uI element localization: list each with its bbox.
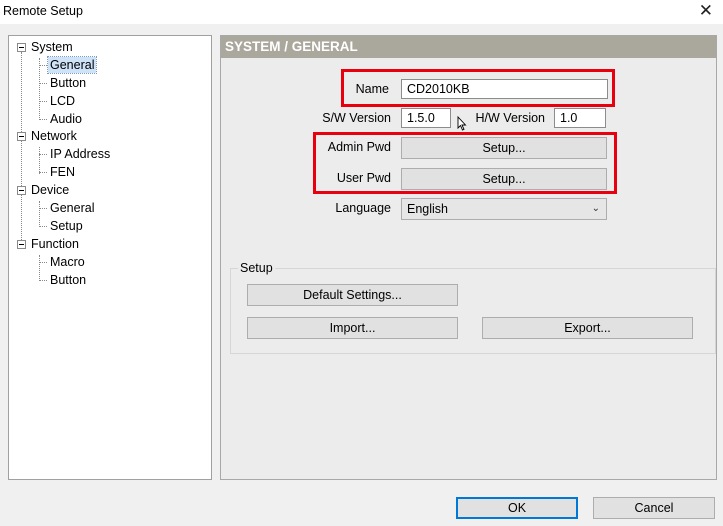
settings-tree[interactable]: System General Button LCD Audio Network …	[8, 35, 212, 480]
tree-line	[39, 119, 47, 120]
language-value: English	[407, 202, 448, 216]
collapse-icon[interactable]	[17, 43, 26, 52]
tree-item-device[interactable]: Device	[31, 182, 69, 198]
tree-line	[39, 101, 47, 102]
tree-item-device-general[interactable]: General	[50, 200, 94, 216]
tree-item-device-setup[interactable]: Setup	[50, 218, 83, 234]
tree-line	[39, 58, 40, 120]
collapse-icon[interactable]	[17, 132, 26, 141]
tree-item-system-audio[interactable]: Audio	[50, 111, 82, 127]
title-bar: Remote Setup ✕	[0, 0, 723, 24]
tree-item-system-lcd[interactable]: LCD	[50, 93, 75, 109]
tree-line	[39, 280, 47, 281]
setup-group-label: Setup	[238, 261, 275, 275]
tree-line	[39, 201, 40, 227]
cancel-button[interactable]: Cancel	[593, 497, 715, 519]
tree-line	[39, 226, 47, 227]
tree-line	[39, 147, 40, 174]
tree-item-system[interactable]: System	[31, 39, 73, 55]
tree-item-network-fen[interactable]: FEN	[50, 164, 75, 180]
window-title: Remote Setup	[3, 4, 83, 18]
import-button[interactable]: Import...	[247, 317, 458, 339]
tree-line	[39, 172, 47, 173]
chevron-down-icon: ⌄	[591, 203, 600, 214]
sw-version-field: 1.5.0	[401, 108, 451, 128]
tree-line	[39, 262, 47, 263]
tree-line	[39, 154, 47, 155]
tree-line	[21, 52, 22, 248]
default-settings-button[interactable]: Default Settings...	[247, 284, 458, 306]
hw-version-label: H/W Version	[475, 111, 545, 125]
tree-line	[39, 255, 40, 281]
settings-panel: SYSTEM / GENERAL Name CD2010KB S/W Versi…	[220, 35, 717, 480]
tree-item-function-button[interactable]: Button	[50, 272, 86, 288]
panel-header: SYSTEM / GENERAL	[221, 36, 716, 58]
name-input[interactable]: CD2010KB	[401, 79, 608, 99]
collapse-icon[interactable]	[17, 240, 26, 249]
language-label: Language	[335, 201, 391, 215]
mouse-cursor-icon	[457, 116, 467, 131]
tree-item-system-general[interactable]: General	[46, 56, 98, 74]
close-icon[interactable]: ✕	[699, 1, 713, 21]
language-select[interactable]: English ⌄	[401, 198, 607, 220]
tree-line	[39, 208, 47, 209]
tree-item-network-ip-address[interactable]: IP Address	[50, 146, 110, 162]
sw-version-label: S/W Version	[322, 111, 391, 125]
admin-pwd-setup-button[interactable]: Setup...	[401, 137, 607, 159]
tree-item-system-button[interactable]: Button	[50, 75, 86, 91]
tree-line	[39, 83, 47, 84]
tree-item-network[interactable]: Network	[31, 128, 77, 144]
user-pwd-label: User Pwd	[336, 171, 391, 185]
tree-item-function-macro[interactable]: Macro	[50, 254, 85, 270]
tree-line	[39, 65, 47, 66]
tree-item-function[interactable]: Function	[31, 236, 79, 252]
ok-button[interactable]: OK	[456, 497, 578, 519]
admin-pwd-label: Admin Pwd	[327, 140, 391, 154]
export-button[interactable]: Export...	[482, 317, 693, 339]
collapse-icon[interactable]	[17, 186, 26, 195]
name-label: Name	[355, 82, 389, 96]
hw-version-field: 1.0	[554, 108, 606, 128]
setup-group: Setup Default Settings... Import... Expo…	[230, 261, 716, 354]
user-pwd-setup-button[interactable]: Setup...	[401, 168, 607, 190]
